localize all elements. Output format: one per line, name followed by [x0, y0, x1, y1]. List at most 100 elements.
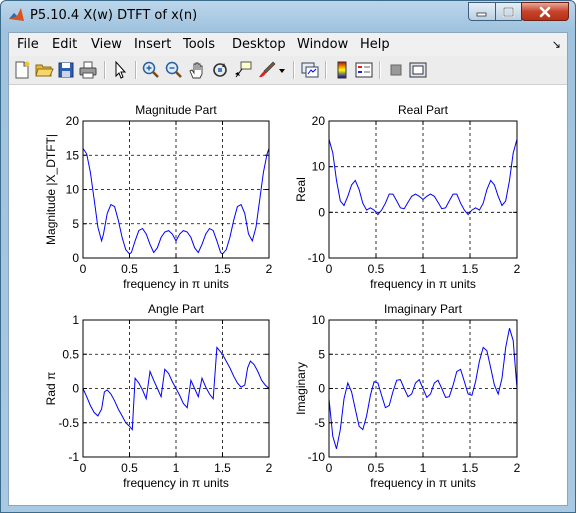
x-axis-label: frequency in π units — [370, 476, 476, 490]
open-file-icon[interactable] — [34, 60, 54, 80]
menu-file[interactable]: File — [17, 37, 39, 52]
zoom-out-icon[interactable] — [164, 60, 184, 80]
x-tick-label: 1 — [420, 262, 427, 276]
link-plot-icon[interactable] — [300, 60, 320, 80]
y-tick-label: 5 — [318, 347, 325, 361]
toolbar-separator — [135, 61, 137, 79]
x-tick-label: 1 — [173, 461, 180, 475]
brush-icon[interactable] — [257, 60, 277, 80]
menu-edit[interactable]: Edit — [52, 37, 77, 52]
menubar-dock-arrow-icon[interactable]: ↘ — [552, 38, 561, 51]
chart-title: Magnitude Part — [135, 103, 217, 117]
x-axis-label: frequency in π units — [370, 277, 476, 291]
menu-bar: File Edit View Insert Tools Desktop Wind… — [9, 33, 567, 55]
x-tick-label: 0 — [80, 262, 87, 276]
x-tick-label: 2 — [514, 262, 521, 276]
chart-title: Angle Part — [148, 302, 205, 316]
subplot-1 — [82, 120, 270, 259]
y-tick-label: 15 — [66, 148, 80, 162]
window-title: P5.10.4 X(w) DTFT of x(n) — [30, 8, 198, 23]
hide-plot-tools-icon[interactable] — [386, 60, 406, 80]
x-tick-label: 0 — [326, 262, 333, 276]
toolbar-separator — [379, 61, 381, 79]
window-client-area: File Edit View Insert Tools Desktop Wind… — [8, 32, 568, 506]
toolbar-separator — [293, 61, 295, 79]
x-tick-label: 1 — [420, 461, 427, 475]
x-tick-label: 1.5 — [462, 262, 479, 276]
y-tick-label: 20 — [312, 114, 326, 128]
y-tick-label: 10 — [66, 183, 80, 197]
new-figure-icon[interactable] — [12, 60, 32, 80]
y-tick-label: 10 — [312, 313, 326, 327]
menu-insert[interactable]: Insert — [134, 37, 171, 52]
y-tick-label: 0 — [318, 205, 325, 219]
x-tick-label: 0.5 — [368, 461, 385, 475]
subplot-3 — [82, 319, 270, 458]
y-tick-label: 0 — [72, 382, 79, 396]
y-tick-label: 20 — [66, 114, 80, 128]
maximize-button[interactable] — [495, 2, 522, 21]
x-tick-label: 1.5 — [214, 262, 231, 276]
y-tick-label: 0 — [72, 251, 79, 265]
y-tick-label: -1 — [68, 450, 79, 464]
figure-canvas[interactable]: 0 0.5 1 1.5 2 0 5 10 15 20 Magnitude Part frequency… — [9, 85, 567, 505]
menu-tools[interactable]: Tools — [183, 37, 215, 52]
plot-area: 0 0.5 1 1.5 205101520Magnitude Partfrequency… — [44, 103, 521, 490]
print-icon[interactable] — [78, 60, 98, 80]
subplot-2 — [328, 120, 518, 259]
y-tick-label: 10 — [312, 160, 326, 174]
y-tick-label: -10 — [308, 450, 326, 464]
y-axis-label: Imaginary — [294, 362, 308, 415]
title-bar[interactable]: P5.10.4 X(w) DTFT of x(n) — [1, 1, 575, 31]
x-tick-label: 0 — [326, 461, 333, 475]
minimize-button[interactable] — [468, 2, 496, 21]
pointer-icon[interactable] — [110, 60, 130, 80]
toolbar-separator — [104, 61, 106, 79]
x-tick-label: 0.5 — [121, 461, 138, 475]
x-tick-label: 2 — [266, 461, 273, 475]
menu-view[interactable]: View — [91, 37, 122, 52]
x-tick-label: 2 — [266, 262, 273, 276]
x-tick-label: 1.5 — [214, 461, 231, 475]
save-icon[interactable] — [56, 60, 76, 80]
y-axis-label: Magnitude |X_DTFT| — [44, 134, 58, 245]
y-axis-label: Rad π — [44, 372, 58, 406]
subplot-4 — [328, 319, 518, 458]
rotate-3d-icon[interactable] — [210, 60, 230, 80]
pan-hand-icon[interactable] — [187, 60, 207, 80]
y-tick-label: 0 — [318, 382, 325, 396]
data-cursor-icon[interactable] — [233, 60, 253, 80]
y-tick-label: -10 — [308, 251, 326, 265]
figure-toolbar — [9, 56, 567, 85]
y-tick-label: -0.5 — [58, 416, 79, 430]
y-axis-label: Real — [294, 177, 308, 202]
close-button[interactable] — [521, 2, 569, 21]
x-axis-label: frequency in π units — [123, 476, 229, 490]
maximize-icon — [502, 6, 514, 17]
chart-title: Real Part — [398, 103, 449, 117]
zoom-in-icon[interactable] — [141, 60, 161, 80]
menu-desktop[interactable]: Desktop — [232, 37, 286, 52]
menu-window[interactable]: Window — [297, 37, 348, 52]
y-tick-label: -5 — [314, 416, 325, 430]
x-tick-label: 1 — [173, 262, 180, 276]
x-tick-label: 0 — [80, 461, 87, 475]
x-tick-label: 0.5 — [368, 262, 385, 276]
x-axis-label: frequency in π units — [123, 277, 229, 291]
x-tick-label: 1.5 — [462, 461, 479, 475]
close-icon — [539, 6, 551, 17]
chart-title: Imaginary Part — [384, 302, 463, 316]
show-plot-tools-icon[interactable] — [408, 60, 428, 80]
figure-window: P5.10.4 X(w) DTFT of x(n) File Edit View… — [0, 0, 576, 513]
y-tick-label: 1 — [72, 313, 79, 327]
dropdown-arrow-icon[interactable] — [277, 60, 287, 80]
matlab-icon — [9, 8, 24, 21]
menu-help[interactable]: Help — [360, 37, 390, 52]
x-tick-label: 0.5 — [121, 262, 138, 276]
y-tick-label: 0.5 — [62, 347, 79, 361]
colorbar-icon[interactable] — [332, 60, 352, 80]
legend-icon[interactable] — [354, 60, 374, 80]
minimize-icon — [476, 12, 487, 16]
x-tick-label: 2 — [514, 461, 521, 475]
y-tick-label: 5 — [72, 217, 79, 231]
